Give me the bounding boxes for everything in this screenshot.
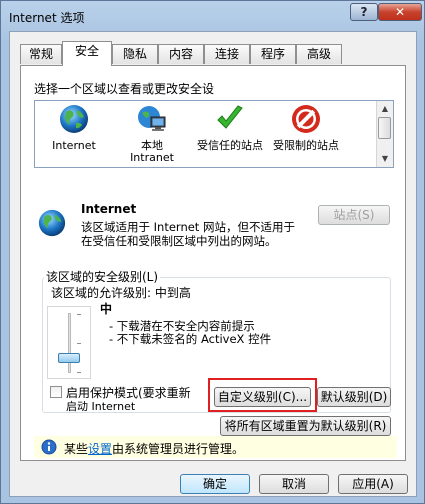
slider-track (68, 313, 71, 373)
zone-internet-label: Internet (52, 139, 96, 152)
info-text-suffix: 由系统管理员进行管理。 (112, 442, 245, 456)
zone-list[interactable]: Internet 本地 Intranet 受信任的站点 受限制的站点 ▲ ▼ (34, 100, 394, 168)
zone-trusted-sites-label: 受信任的站点 (197, 139, 263, 152)
tab-security[interactable]: 安全 (62, 41, 112, 66)
apply-button[interactable]: 应用(A) (338, 474, 408, 494)
zone-description-line2: 在受信任和受限制区域中列出的网站。 (81, 234, 277, 248)
selected-zone-globe-icon (38, 209, 66, 237)
tab-programs[interactable]: 程序 (250, 44, 296, 64)
help-button[interactable]: ? (350, 3, 378, 21)
tab-advanced[interactable]: 高级 (296, 44, 342, 64)
slider-tick (77, 343, 81, 344)
tab-privacy[interactable]: 隐私 (112, 44, 158, 64)
tab-connections[interactable]: 连接 (204, 44, 250, 64)
highlight-annotation-box (208, 378, 317, 412)
restricted-icon (292, 105, 320, 133)
tab-general[interactable]: 常规 (20, 44, 62, 64)
zone-list-scrollbar[interactable]: ▲ ▼ (376, 101, 393, 167)
allowed-levels-text: 该区域的允许级别: 中到高 (51, 286, 191, 300)
slider-tick (77, 372, 81, 373)
slider-tick (77, 314, 81, 315)
zone-restricted-sites-label: 受限制的站点 (273, 139, 339, 152)
zone-local-intranet-label: 本地 Intranet (130, 139, 174, 164)
info-bar: 某些设置由系统管理员进行管理。 (34, 436, 397, 458)
title-bar[interactable]: Internet 选项 ? ✕ (1, 1, 424, 31)
info-icon (41, 439, 57, 455)
reset-all-zones-button[interactable]: 将所有区域重置为默认级别(R) (220, 416, 391, 436)
scroll-up-icon[interactable]: ▲ (379, 103, 391, 115)
level-bullet-2: - 不下载未签名的 ActiveX 控件 (109, 332, 272, 346)
close-button[interactable]: ✕ (378, 3, 422, 21)
protected-mode-checkbox[interactable] (50, 386, 62, 398)
ok-button[interactable]: 确定 (180, 474, 250, 494)
info-text: 某些设置由系统管理员进行管理。 (64, 440, 244, 457)
security-level-slider[interactable] (47, 306, 91, 379)
zone-internet[interactable]: Internet (39, 103, 109, 152)
zone-local-intranet[interactable]: 本地 Intranet (117, 103, 187, 164)
zone-prompt: 选择一个区域以查看或更改安全设 (34, 82, 215, 96)
cancel-button[interactable]: 取消 (259, 474, 329, 494)
globe-icon (60, 105, 88, 133)
slider-thumb[interactable] (58, 353, 80, 363)
security-tab-panel: 选择一个区域以查看或更改安全设 Internet 本地 Intranet 受信任… (20, 65, 406, 461)
default-level-button[interactable]: 默认级别(D) (317, 387, 391, 407)
sites-button[interactable]: 站点(S) (318, 205, 390, 225)
internet-options-window: Internet 选项 ? ✕ 常规 安全 隐私 内容 连接 程序 高级 选择一… (0, 0, 425, 504)
window-title: Internet 选项 (9, 11, 85, 25)
protected-mode-label-line2[interactable]: 启动 Internet (66, 398, 135, 414)
zone-restricted-sites[interactable]: 受限制的站点 (271, 103, 341, 152)
level-name: 中 (100, 302, 113, 316)
zone-trusted-sites[interactable]: 受信任的站点 (195, 103, 265, 152)
scroll-thumb[interactable] (378, 117, 391, 139)
dialog-client-area: 常规 安全 隐私 内容 连接 程序 高级 选择一个区域以查看或更改安全设 Int… (9, 31, 417, 497)
settings-link[interactable]: 设置 (88, 442, 112, 456)
scroll-down-icon[interactable]: ▼ (379, 153, 391, 165)
security-level-title: 该区域的安全级别(L) (44, 268, 161, 285)
tab-content[interactable]: 内容 (158, 44, 204, 64)
checkmark-icon (217, 105, 243, 129)
info-text-prefix: 某些 (64, 442, 89, 456)
zone-name: Internet (81, 202, 137, 216)
local-intranet-icon (138, 106, 166, 131)
